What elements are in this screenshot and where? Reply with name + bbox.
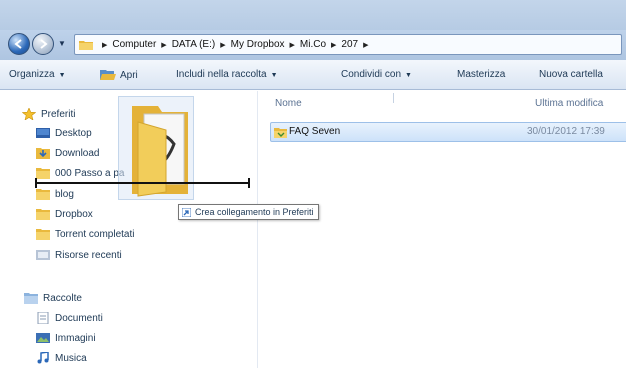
- open-button[interactable]: Apri: [100, 69, 138, 81]
- folder-icon: [79, 41, 93, 50]
- column-header-modified[interactable]: Ultima modifica: [535, 98, 603, 109]
- arrow-left-icon: [14, 39, 22, 49]
- table-row[interactable]: FAQ Seven 30/01/2012 17:39: [270, 122, 626, 142]
- share-with-button[interactable]: Condividi con ▼: [341, 69, 412, 80]
- column-header-name[interactable]: Nome: [275, 98, 302, 109]
- sidebar-item-blog[interactable]: blog: [36, 188, 74, 200]
- open-folder-icon: [100, 70, 116, 80]
- shortcut-arrow-icon: [182, 207, 191, 217]
- address-row: ▼ ▶ Computer ▶ DATA (E:) ▶ My Dropbox ▶ Mi.…: [0, 30, 626, 60]
- sidebar-item-music[interactable]: Musica: [36, 352, 87, 364]
- folder-icon: [36, 189, 50, 200]
- sidebar-item-000-passo[interactable]: 000 Passo a pa: [36, 167, 125, 179]
- drag-tooltip: Crea collegamento in Preferiti: [178, 204, 319, 220]
- breadcrumb-sep[interactable]: ▶: [97, 41, 112, 49]
- music-icon: [37, 352, 49, 364]
- breadcrumb-computer[interactable]: Computer ▶: [112, 39, 171, 50]
- include-in-library-button[interactable]: Includi nella raccolta ▼: [176, 69, 278, 80]
- folder-icon: [36, 168, 50, 179]
- sidebar-item-documents[interactable]: Documenti: [36, 312, 103, 324]
- sidebar-libraries-header[interactable]: Raccolte: [24, 292, 82, 304]
- column-divider[interactable]: [393, 93, 394, 103]
- sidebar-item-dropbox[interactable]: Dropbox: [36, 208, 93, 220]
- burn-button[interactable]: Masterizza: [457, 69, 505, 80]
- sidebar-item-torrent[interactable]: Torrent completati: [36, 228, 134, 240]
- file-list[interactable]: Nome Ultima modifica FAQ Seven 30/01/201…: [259, 91, 626, 368]
- file-modified-date: 30/01/2012 17:39: [527, 126, 605, 137]
- libraries-icon: [24, 293, 38, 304]
- insertion-marker-end: [248, 178, 250, 188]
- recent-places-icon: [36, 250, 50, 260]
- star-icon: [22, 108, 36, 120]
- sidebar-favorites-header[interactable]: Preferiti: [22, 108, 75, 120]
- breadcrumb-data-drive[interactable]: DATA (E:) ▶: [172, 39, 231, 50]
- back-button[interactable]: [8, 33, 30, 55]
- desktop-icon: [36, 128, 50, 138]
- command-bar: Organizza ▼ Apri Includi nella raccolta ▼ …: [0, 60, 626, 90]
- forward-button[interactable]: [32, 33, 54, 55]
- history-dropdown-icon[interactable]: ▼: [58, 39, 66, 48]
- folder-icon: [274, 128, 287, 138]
- documents-icon: [37, 312, 49, 324]
- file-name: FAQ Seven: [289, 126, 341, 137]
- window-titlebar: [0, 0, 626, 30]
- arrow-right-icon: [40, 39, 48, 49]
- folder-icon: [36, 209, 50, 220]
- address-bar[interactable]: ▶ Computer ▶ DATA (E:) ▶ My Dropbox ▶ Mi.Co…: [74, 34, 622, 55]
- folder-icon: [36, 229, 50, 240]
- sidebar-item-recent[interactable]: Risorse recenti: [36, 249, 122, 261]
- images-icon: [36, 333, 50, 343]
- breadcrumb-my-dropbox[interactable]: My Dropbox ▶: [231, 39, 300, 50]
- insertion-line: [36, 182, 250, 184]
- sidebar-item-images[interactable]: Immagini: [36, 332, 96, 344]
- sidebar-item-desktop[interactable]: Desktop: [36, 127, 92, 139]
- breadcrumb-mico[interactable]: Mi.Co ▶: [300, 39, 342, 50]
- new-folder-button[interactable]: Nuova cartella: [539, 69, 603, 80]
- organize-button[interactable]: Organizza ▼: [9, 69, 66, 80]
- breadcrumb-207[interactable]: 207 ▶: [341, 39, 373, 50]
- download-folder-icon: [36, 148, 50, 159]
- sidebar-item-download[interactable]: Download: [36, 147, 99, 159]
